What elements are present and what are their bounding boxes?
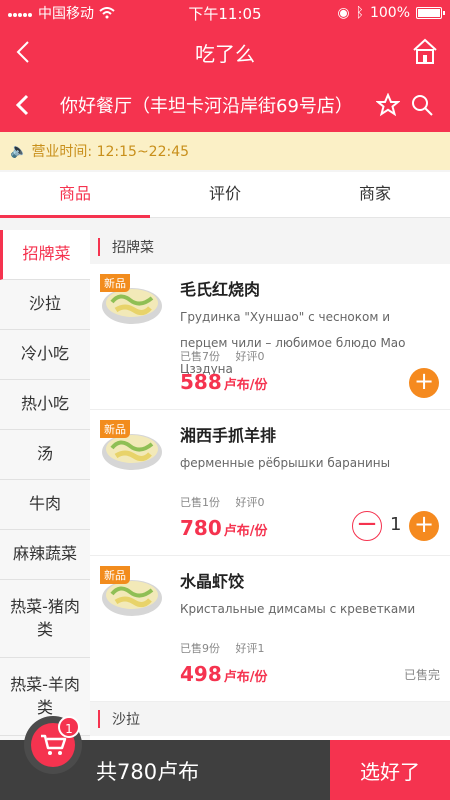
dish-name: 毛氏红烧肉 (180, 280, 261, 299)
speaker-icon: 🔈 (10, 143, 28, 159)
dish-price: 498 卢布/份 (180, 662, 268, 686)
price-value: 780 (180, 516, 222, 540)
status-time: 下午11:05 (188, 4, 262, 23)
dish-item[interactable]: 新品 湘西手抓羊排 ферменные рёбрышки баранины 已售… (90, 410, 450, 556)
bluetooth-icon: ᛒ (355, 5, 364, 21)
sold-count: 已售7份 (180, 350, 220, 363)
price-unit: 卢布/份 (223, 670, 268, 685)
menu-item-signature[interactable]: 招牌菜 (0, 230, 90, 280)
carrier-label: 中国移动 (38, 6, 94, 22)
rating-count: 好评1 (235, 642, 265, 655)
status-left: 中国移动 (8, 3, 158, 23)
back-icon[interactable] (14, 40, 34, 64)
battery-icon (416, 7, 445, 19)
category-menu: 招牌菜 沙拉 冷小吃 热小吃 汤 牛肉 麻辣蔬菜 热菜-猪肉类 热菜-羊肉类 (0, 230, 90, 740)
checkout-button[interactable]: 选好了 (330, 740, 450, 800)
orientation-lock-icon: ◉ (337, 5, 350, 21)
rating-count: 好评0 (235, 496, 265, 509)
dish-description: ферменные рёбрышки баранины (180, 456, 391, 470)
menu-item-hot-pork[interactable]: 热菜-猪肉类 (0, 580, 90, 658)
cart-count-badge: 1 (58, 716, 80, 738)
tab-products[interactable]: 商品 (0, 172, 150, 218)
dish-price: 780 卢布/份 (180, 516, 268, 540)
dish-stats: 已售1份 好评0 (180, 494, 277, 510)
home-icon[interactable] (412, 38, 438, 66)
favorite-star-icon[interactable] (376, 93, 400, 117)
dish-stats: 已售9份 好评1 (180, 640, 277, 656)
next-section-title: 沙拉 (112, 712, 140, 728)
new-badge: 新品 (100, 566, 130, 584)
wifi-icon (99, 7, 115, 19)
status-right: ◉ ᛒ 100% (292, 5, 445, 21)
shop-title: 你好餐厅（丰坦卡河沿岸街69号店） (60, 96, 353, 117)
sold-count: 已售9份 (180, 642, 220, 655)
next-section-header: 沙拉 (90, 702, 450, 736)
cart-total: 共780卢布 (96, 760, 200, 784)
price-value: 498 (180, 662, 222, 686)
quantity-value: 1 (390, 514, 402, 535)
main-tabs: 商品 评价 商家 (0, 172, 450, 218)
menu-item-salad[interactable]: 沙拉 (0, 280, 90, 330)
remove-button[interactable]: − (352, 511, 382, 541)
cart-bar: 1 共780卢布 选好了 (0, 716, 450, 800)
dish-item[interactable]: 新品 水晶虾饺 Кристальные димсамы с креветками… (90, 556, 450, 702)
new-badge: 新品 (100, 420, 130, 438)
sold-count: 已售1份 (180, 496, 220, 509)
rating-count: 好评0 (235, 350, 265, 363)
battery-percent: 100% (369, 5, 410, 21)
dish-name: 水晶虾饺 (180, 572, 245, 591)
product-list: 招牌菜 新品 毛氏红烧肉 Грудинка "Хуншао" с чесноко… (90, 230, 450, 740)
add-button[interactable]: + (409, 368, 439, 398)
dish-item[interactable]: 新品 毛氏红烧肉 Грудинка "Хуншао" с чесноком и … (90, 264, 450, 410)
tab-reviews[interactable]: 评价 (150, 172, 300, 217)
new-badge: 新品 (100, 274, 130, 292)
price-unit: 卢布/份 (223, 524, 268, 539)
dish-name: 湘西手抓羊排 (180, 426, 277, 445)
business-hours-text: 营业时间: 12:15~22:45 (31, 144, 190, 160)
shop-bar: 你好餐厅（丰坦卡河沿岸街69号店） (0, 78, 450, 132)
menu-item-beef[interactable]: 牛肉 (0, 480, 90, 530)
shop-back-icon[interactable] (14, 94, 34, 116)
search-icon[interactable] (410, 93, 434, 117)
menu-item-soup[interactable]: 汤 (0, 430, 90, 480)
section-header: 招牌菜 (90, 230, 450, 264)
section-title: 招牌菜 (112, 240, 154, 256)
app-bar: 吃了么 (0, 26, 450, 78)
business-hours-notice: 🔈 营业时间: 12:15~22:45 (0, 132, 450, 170)
price-value: 588 (180, 370, 222, 394)
menu-item-hot-snacks[interactable]: 热小吃 (0, 380, 90, 430)
cart-summary[interactable]: 1 共780卢布 (0, 716, 330, 800)
sold-out-label: 已售完 (403, 668, 440, 682)
status-bar: 中国移动 下午11:05 ◉ ᛒ 100% (0, 0, 450, 26)
dish-stats: 已售7份 好评0 (180, 348, 277, 364)
signal-icon (8, 5, 33, 21)
app-title: 吃了么 (195, 41, 255, 66)
dish-description: Кристальные димсамы с креветками (180, 602, 416, 616)
tab-merchant[interactable]: 商家 (300, 172, 450, 217)
menu-item-spicy-vegetables[interactable]: 麻辣蔬菜 (0, 530, 90, 580)
add-button[interactable]: + (409, 511, 439, 541)
menu-item-cold-snacks[interactable]: 冷小吃 (0, 330, 90, 380)
price-unit: 卢布/份 (223, 378, 268, 393)
dish-price: 588 卢布/份 (180, 370, 268, 394)
